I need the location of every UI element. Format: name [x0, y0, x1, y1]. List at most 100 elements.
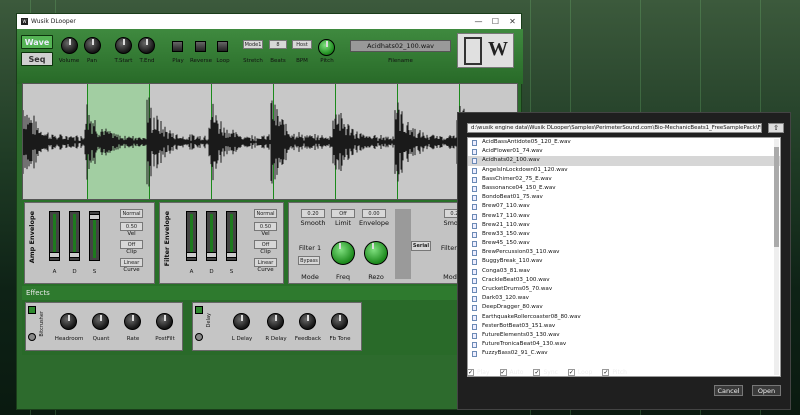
bitcrusher-led-icon — [28, 333, 36, 341]
file-row[interactable]: Brew07_110.wav — [468, 202, 780, 211]
bypass1-button[interactable]: Bypass — [298, 256, 320, 265]
file-row[interactable]: FutureTronicaBeat04_130.wav — [468, 340, 780, 349]
bpm-field[interactable]: Host — [292, 40, 312, 49]
filter-decay-slider[interactable] — [206, 211, 217, 261]
amp-vel-field[interactable]: 0.50 — [120, 222, 143, 231]
smooth1-field[interactable]: 0.20 — [301, 209, 325, 218]
file-row[interactable]: AcidBassAntidote05_120_E.wav — [468, 138, 780, 147]
file-name: Dark03_120.wav — [482, 295, 529, 302]
up-folder-button[interactable]: ⇧ — [768, 123, 784, 133]
filter-clip-field[interactable]: Off — [254, 240, 277, 249]
wave-mode-button[interactable]: Wave — [21, 35, 53, 49]
close-button[interactable]: ✕ — [504, 17, 521, 26]
stretch-field[interactable]: Mode1 — [243, 40, 263, 49]
filter-vel-field[interactable]: 0.50 — [254, 222, 277, 231]
filter-routing-graphic — [395, 209, 411, 279]
file-row[interactable]: EarthquakeRollercoaster08_80.wav — [468, 313, 780, 322]
quant-knob[interactable] — [92, 313, 109, 330]
file-row[interactable]: BrewPercussion03_110.wav — [468, 248, 780, 257]
delay-title: Delay — [206, 313, 212, 328]
file-row[interactable]: AngelsInLockdown01_120.wav — [468, 166, 780, 175]
audio-file-icon — [472, 204, 477, 211]
file-row[interactable]: DeepDragger_80.wav — [468, 303, 780, 312]
seq-mode-button[interactable]: Seq — [21, 52, 53, 66]
rate-knob[interactable] — [124, 313, 141, 330]
l-delay-knob[interactable] — [233, 313, 250, 330]
reverse-label: Reverse — [189, 58, 213, 64]
loop-checkbox[interactable]: ✓ Loop — [567, 369, 592, 376]
limit-field[interactable]: Off — [331, 209, 355, 218]
file-row[interactable]: BassChimer02_75_E.wav — [468, 175, 780, 184]
file-row[interactable]: FutureElements03_130.wav — [468, 331, 780, 340]
amp-mode-field[interactable]: Normal — [120, 209, 143, 218]
delay-enable-button[interactable] — [195, 306, 203, 314]
file-row[interactable]: Dark03_120.wav — [468, 294, 780, 303]
file-name: Conga03_81.wav — [482, 267, 530, 274]
file-row[interactable]: CrucketDrums05_70.wav — [468, 285, 780, 294]
amp-decay-slider[interactable] — [69, 211, 80, 261]
file-row[interactable]: FesterBotBeat03_151.wav — [468, 322, 780, 331]
file-list[interactable]: AcidBassAntidote05_120_E.wav AcidFlower01… — [467, 137, 781, 377]
fb-tone-knob[interactable] — [331, 313, 348, 330]
amp-attack-slider[interactable] — [49, 211, 60, 261]
auto-checkbox[interactable]: ✓ Auto — [499, 369, 523, 376]
file-name: EarthquakeRollercoaster08_80.wav — [482, 313, 581, 320]
pitch-checkbox[interactable]: ✓ Pitch — [602, 369, 627, 376]
pan-knob[interactable] — [84, 37, 101, 54]
freq-knob[interactable] — [331, 241, 355, 265]
file-row[interactable]: Brew33_150.wav — [468, 230, 780, 239]
open-button[interactable]: Open — [752, 385, 781, 396]
feedback-knob[interactable] — [299, 313, 316, 330]
tstart-knob[interactable] — [115, 37, 132, 54]
volume-knob[interactable] — [61, 37, 78, 54]
envelope-field[interactable]: 0.00 — [362, 209, 386, 218]
maximize-button[interactable]: ☐ — [487, 17, 504, 26]
audio-file-icon — [472, 250, 477, 257]
reverse-button[interactable] — [195, 41, 206, 52]
file-row[interactable]: BondoBeat01_75.wav — [468, 193, 780, 202]
pitch-label: Pitch — [320, 58, 334, 64]
file-row[interactable]: Bassonance04_150_E.wav — [468, 184, 780, 193]
serial-button[interactable]: Serial — [411, 241, 431, 251]
play-button[interactable] — [172, 41, 183, 52]
file-row[interactable]: Brew17_110.wav — [468, 212, 780, 221]
headroom-knob[interactable] — [60, 313, 77, 330]
file-name: AcidBassAntidote05_120_E.wav — [482, 139, 571, 145]
file-row[interactable]: Conga03_81.wav — [468, 267, 780, 276]
filter-attack-slider[interactable] — [186, 211, 197, 261]
amp-clip-field[interactable]: Off — [120, 240, 143, 249]
amp-curve-field[interactable]: Linear — [120, 258, 143, 267]
filename-field[interactable]: Acidhats02_100.wav — [350, 40, 451, 52]
path-field[interactable]: d:\wusik engine data\Wusik DLooper\Sampl… — [467, 123, 762, 133]
rezo-knob[interactable] — [364, 241, 388, 265]
audio-file-icon — [472, 351, 477, 358]
pitch-knob[interactable] — [318, 39, 335, 56]
play-checkbox[interactable]: ✓ Play — [467, 369, 490, 376]
file-row[interactable]: BuggyBreak_110.wav — [468, 257, 780, 266]
file-row[interactable]: CrackleBeat03_100.wav — [468, 276, 780, 285]
beats-field[interactable]: 8 — [269, 40, 287, 49]
minimize-button[interactable]: — — [470, 17, 487, 26]
file-row[interactable]: AcidFlower01_74.wav — [468, 147, 780, 156]
waveform-display[interactable] — [22, 83, 518, 200]
file-row[interactable]: Brew21_110.wav — [468, 221, 780, 230]
tend-knob[interactable] — [138, 37, 155, 54]
r-delay-knob[interactable] — [267, 313, 284, 330]
bitcrusher-enable-button[interactable] — [28, 306, 36, 314]
file-row[interactable]: Brew45_150.wav — [468, 239, 780, 248]
file-list-scrollbar[interactable] — [774, 139, 779, 375]
file-row[interactable]: FuzzyBass02_91_C.wav — [468, 349, 780, 358]
filter-curve-field[interactable]: Linear — [254, 258, 277, 267]
postfilt-knob[interactable] — [156, 313, 173, 330]
limit-label: Limit — [334, 219, 352, 227]
cancel-button[interactable]: Cancel — [714, 385, 743, 396]
file-name: CrucketDrums05_70.wav — [482, 286, 553, 292]
amp-sustain-slider[interactable] — [89, 211, 100, 261]
filter-sustain-slider[interactable] — [226, 211, 237, 261]
filter-mode-field[interactable]: Normal — [254, 209, 277, 218]
amp-envelope-title: Amp Envelope — [28, 211, 36, 264]
file-row[interactable]: Acidhats02_100.wav — [468, 156, 780, 166]
sync-checkbox[interactable]: ✓ Sync — [533, 369, 558, 376]
fb-tone-label: Fb Tone — [329, 336, 351, 342]
loop-button[interactable] — [217, 41, 228, 52]
